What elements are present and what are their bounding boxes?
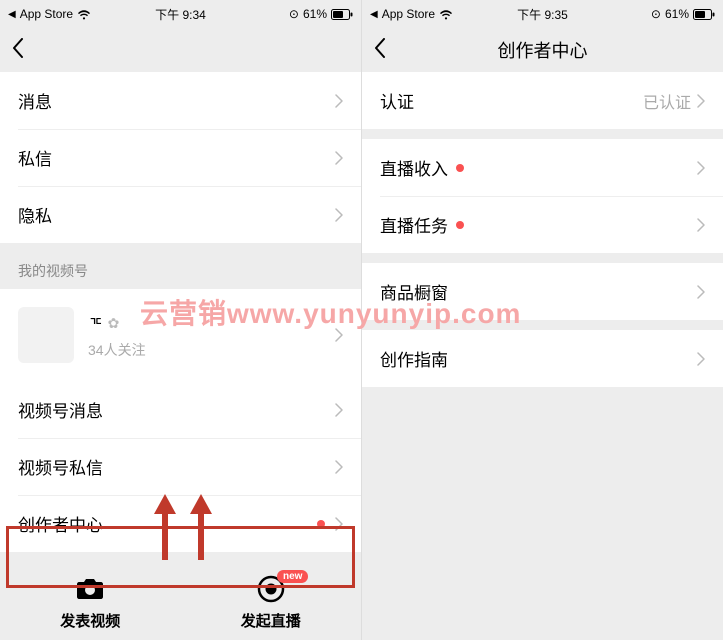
notification-dot <box>317 520 325 528</box>
orientation-lock-icon: ⊙ <box>289 7 299 21</box>
row-label: 视频号私信 <box>18 454 335 479</box>
bottom-actions: 发表视频 new 发起直播 <box>0 552 361 640</box>
followers-count: 34人关注 <box>88 340 335 360</box>
row-value: 已认证 <box>643 89 691 113</box>
nav-bar: 创作者中心 <box>362 28 723 72</box>
battery-pct: 61% <box>303 7 327 21</box>
action-label: 发起直播 <box>241 610 301 631</box>
row-label: 私信 <box>18 145 335 170</box>
row-label: 商品橱窗 <box>380 279 697 304</box>
settings-section: 消息 私信 隐私 <box>0 72 361 243</box>
left-screen: ◀ App Store 下午 9:34 ⊙ 61% 消息 私信 <box>0 0 361 640</box>
profile-name: ᅚ <box>88 311 104 336</box>
row-label: 隐私 <box>18 202 335 227</box>
row-video-messages[interactable]: 视频号消息 <box>0 381 361 438</box>
battery-icon <box>331 9 353 20</box>
row-shop-window[interactable]: 商品橱窗 <box>362 263 723 320</box>
avatar <box>18 307 74 363</box>
notification-dot <box>456 221 464 229</box>
row-label: 创作指南 <box>380 346 697 371</box>
new-badge: new <box>277 570 308 583</box>
back-button[interactable] <box>12 38 24 63</box>
wifi-icon <box>77 9 91 20</box>
status-bar: ◀ App Store 下午 9:34 ⊙ 61% <box>0 0 361 28</box>
row-messages[interactable]: 消息 <box>0 72 361 129</box>
row-verification[interactable]: 认证 已认证 <box>362 72 723 129</box>
chevron-right-icon <box>697 352 705 366</box>
row-live-income[interactable]: 直播收入 <box>362 139 723 196</box>
back-app-arrow-icon: ◀ <box>8 9 16 20</box>
section-header-video: 我的视频号 <box>0 243 361 289</box>
row-label: 认证 <box>380 88 643 113</box>
verified-icon: ✿ <box>108 315 120 332</box>
row-label: 消息 <box>18 88 335 113</box>
row-private-messages[interactable]: 私信 <box>0 129 361 186</box>
row-label: 创作者中心 <box>18 511 317 536</box>
row-creator-center[interactable]: 创作者中心 <box>0 495 361 552</box>
page-title: 创作者中心 <box>362 37 723 63</box>
action-label: 发表视频 <box>60 610 120 631</box>
chevron-right-icon <box>697 94 705 108</box>
battery-pct: 61% <box>665 7 689 21</box>
row-label: 直播任务 <box>380 212 697 237</box>
chevron-right-icon <box>697 161 705 175</box>
wifi-icon <box>439 9 453 20</box>
back-app-arrow-icon: ◀ <box>370 9 378 20</box>
back-app-label[interactable]: App Store <box>382 7 435 21</box>
nav-bar <box>0 28 361 72</box>
right-screen: ◀ App Store 下午 9:35 ⊙ 61% 创作者中心 认证 已认证 <box>361 0 723 640</box>
battery-icon <box>693 9 715 20</box>
status-time: 下午 9:35 <box>485 6 600 23</box>
back-button[interactable] <box>374 38 386 63</box>
chevron-right-icon <box>335 517 343 531</box>
chevron-right-icon <box>335 208 343 222</box>
status-time: 下午 9:34 <box>123 6 238 23</box>
row-label: 直播收入 <box>380 155 697 180</box>
post-video-button[interactable]: 发表视频 <box>60 576 120 631</box>
chevron-right-icon <box>697 218 705 232</box>
chevron-right-icon <box>697 285 705 299</box>
back-app-label[interactable]: App Store <box>20 7 73 21</box>
notification-dot <box>456 164 464 172</box>
chevron-right-icon <box>335 328 343 342</box>
chevron-right-icon <box>335 94 343 108</box>
status-bar: ◀ App Store 下午 9:35 ⊙ 61% <box>362 0 723 28</box>
row-video-private[interactable]: 视频号私信 <box>0 438 361 495</box>
row-creation-guide[interactable]: 创作指南 <box>362 330 723 387</box>
chevron-right-icon <box>335 151 343 165</box>
row-label: 视频号消息 <box>18 397 335 422</box>
chevron-right-icon <box>335 403 343 417</box>
row-live-tasks[interactable]: 直播任务 <box>362 196 723 253</box>
start-live-button[interactable]: new 发起直播 <box>241 576 301 631</box>
video-section: ᅚ ✿ 34人关注 视频号消息 视频号私信 创作者中心 <box>0 289 361 552</box>
orientation-lock-icon: ⊙ <box>651 7 661 21</box>
camera-icon <box>74 576 106 602</box>
chevron-right-icon <box>335 460 343 474</box>
row-video-profile[interactable]: ᅚ ✿ 34人关注 <box>0 289 361 381</box>
row-privacy[interactable]: 隐私 <box>0 186 361 243</box>
